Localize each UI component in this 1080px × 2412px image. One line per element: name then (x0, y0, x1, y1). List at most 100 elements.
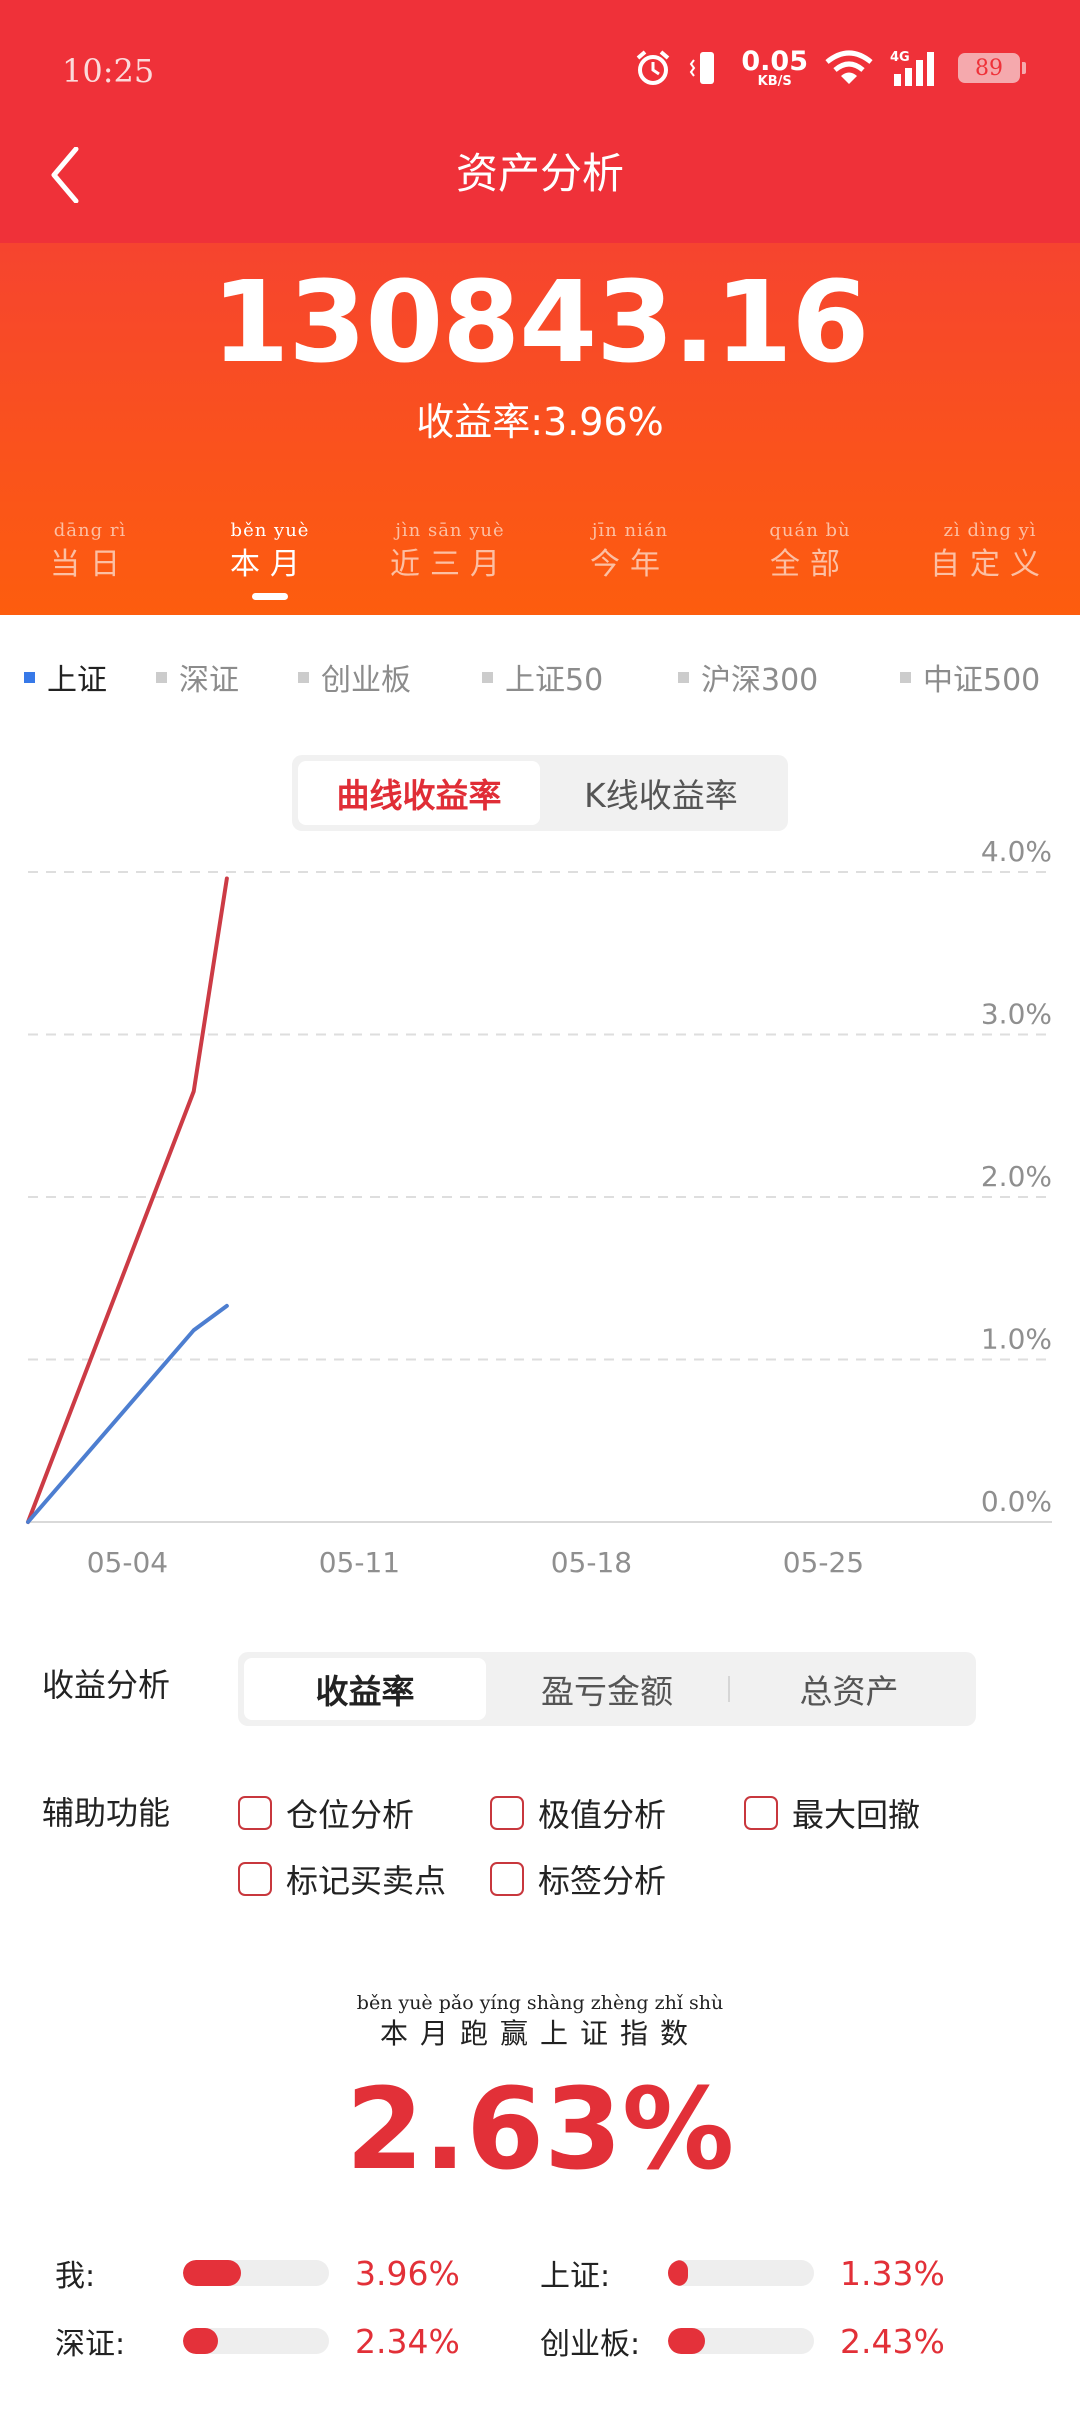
compare-bar (183, 2328, 329, 2354)
income-analysis-toggle: 收益率 盈亏金额 总资产 (238, 1652, 976, 1726)
checkbox-label: 标记买卖点 (286, 1862, 447, 1900)
period-pinyin: quán bù (769, 520, 851, 541)
compare-value: 3.96% (355, 2253, 460, 2293)
asset-summary: 130843.16 收益率:3.96% dāng rì 当日 běn yuè 本月 jì… (0, 243, 1080, 615)
period-tab[interactable]: jìn sān yuè 近三月 (360, 520, 540, 583)
tab-total-assets[interactable]: 总资产 (728, 1658, 970, 1720)
compare-bar (668, 2260, 814, 2286)
compare-bar-fill (668, 2328, 705, 2354)
svg-text:4G: 4G (890, 50, 910, 65)
period-tab[interactable]: jīn nián 今年 (540, 520, 720, 583)
checkbox-max-drawdown[interactable]: 最大回撤 (744, 1790, 920, 1836)
index-tab[interactable]: 深证 (156, 655, 239, 699)
compare-shanghai: 上证: 1.33% (540, 2248, 945, 2298)
beat-index-pinyin: běn yuè pǎo yíng shàng zhèng zhǐ shù (356, 1992, 724, 2014)
status-time: 10:25 (62, 52, 155, 90)
period-label: 自定义 (930, 547, 1050, 582)
compare-bar (183, 2260, 329, 2286)
index-tab-label: 中证500 (923, 663, 1041, 698)
period-pinyin: jīn nián (591, 520, 669, 541)
compare-bar-fill (183, 2260, 242, 2286)
tab-profit-amount[interactable]: 盈亏金额 (486, 1658, 728, 1720)
index-tab-label: 深证 (179, 663, 239, 698)
checkbox-tag-analysis[interactable]: 标签分析 (490, 1856, 666, 1902)
aux-label: 辅助功能 (42, 1794, 171, 1832)
wifi-icon (824, 48, 874, 88)
checkbox-box (490, 1862, 524, 1896)
alarm-icon (633, 48, 673, 88)
index-tab[interactable]: 上证50 (482, 655, 603, 699)
compare-label: 上证: (540, 2259, 611, 2294)
compare-value: 2.43% (840, 2321, 945, 2361)
compare-label: 深证: (55, 2327, 126, 2362)
battery-icon: 89 (958, 53, 1026, 83)
tab-kline-return[interactable]: K线收益率 (540, 761, 782, 825)
period-tabs: dāng rì 当日 běn yuè 本月 jìn sān yuè 近三月 jīn nián… (0, 520, 1080, 600)
y-tick-label: 3.0% (981, 998, 1052, 1031)
page-title: 资产分析 (455, 149, 624, 198)
compare-shenzhen: 深证: 2.34% (55, 2316, 460, 2366)
period-label: 全部 (770, 547, 850, 582)
period-label: 近三月 (390, 547, 510, 582)
period-pinyin: zì dìng yì (943, 520, 1037, 541)
period-pinyin: jìn sān yuè (395, 520, 505, 541)
tab-curve-return[interactable]: 曲线收益率 (298, 761, 540, 825)
legend-square-icon (482, 671, 493, 683)
vibrate-icon (689, 48, 725, 88)
compare-bar-fill (668, 2260, 689, 2286)
compare-bar (668, 2328, 814, 2354)
legend-square-icon (24, 671, 35, 683)
index-tab-label: 创业板 (321, 663, 411, 698)
legend-square-icon (900, 671, 911, 683)
status-icons: 0.05 KB/S 4G 89 (633, 44, 1026, 92)
compare-label: 我: (55, 2259, 96, 2294)
x-tick-label: 05-04 (87, 1546, 168, 1579)
compare-label: 创业板: (540, 2327, 641, 2362)
period-label: 今年 (590, 547, 670, 582)
income-analysis-label: 收益分析 (42, 1666, 171, 1704)
compare-value: 1.33% (840, 2253, 945, 2293)
compare-chinext: 创业板: 2.43% (540, 2316, 945, 2366)
checkbox-box (238, 1796, 272, 1830)
period-pinyin: dāng rì (53, 520, 127, 541)
y-tick-label: 4.0% (981, 835, 1052, 868)
return-rate: 收益率:3.96% (416, 400, 664, 444)
index-tab[interactable]: 沪深300 (678, 655, 818, 699)
checkbox-label: 极值分析 (538, 1796, 667, 1834)
beat-index-value: 2.63% (345, 2065, 735, 2195)
series-line-1 (26, 1303, 229, 1524)
checkbox-label: 标签分析 (538, 1862, 667, 1900)
checkbox-label: 最大回撤 (792, 1796, 921, 1834)
checkbox-position-analysis[interactable]: 仓位分析 (238, 1790, 414, 1836)
period-label: 本月 (230, 547, 310, 582)
total-assets: 130843.16 (211, 258, 870, 388)
period-tab[interactable]: běn yuè 本月 (180, 520, 360, 600)
checkbox-extreme-analysis[interactable]: 极值分析 (490, 1790, 666, 1836)
checkbox-mark-trades[interactable]: 标记买卖点 (238, 1856, 446, 1902)
y-tick-label: 2.0% (981, 1160, 1052, 1193)
index-tabs: 上证 深证 创业板 上证50 沪深300 中证500 (0, 655, 1080, 705)
legend-square-icon (156, 671, 167, 683)
checkbox-box (238, 1862, 272, 1896)
period-tab[interactable]: quán bù 全部 (720, 520, 900, 583)
period-label: 当日 (50, 547, 130, 582)
checkbox-box (490, 1796, 524, 1830)
index-tab[interactable]: 创业板 (298, 655, 411, 699)
legend-square-icon (678, 671, 689, 683)
index-tab-label: 沪深300 (701, 663, 819, 698)
header-bar: 10:25 0.05 KB/S 4G 89 资产分析 (0, 0, 1080, 243)
return-chart: 0.0% 1.0% 2.0% 3.0% 4.0% 05-04 05-11 05-18 05-25 (26, 835, 1052, 1579)
x-tick-label: 05-11 (319, 1546, 400, 1579)
compare-me: 我: 3.96% (55, 2248, 460, 2298)
network-speed: 0.05 KB/S (741, 46, 808, 89)
legend-square-icon (298, 671, 309, 683)
period-tab[interactable]: zì dìng yì 自定义 (900, 520, 1080, 583)
index-tab[interactable]: 中证500 (900, 655, 1040, 699)
tab-return-rate[interactable]: 收益率 (244, 1658, 486, 1720)
period-tab[interactable]: dāng rì 当日 (0, 520, 180, 583)
period-pinyin: běn yuè (230, 520, 310, 541)
index-tab[interactable]: 上证 (24, 655, 107, 699)
active-indicator (252, 593, 288, 600)
series-line-0 (26, 876, 229, 1524)
index-tab-label: 上证 (47, 663, 107, 698)
